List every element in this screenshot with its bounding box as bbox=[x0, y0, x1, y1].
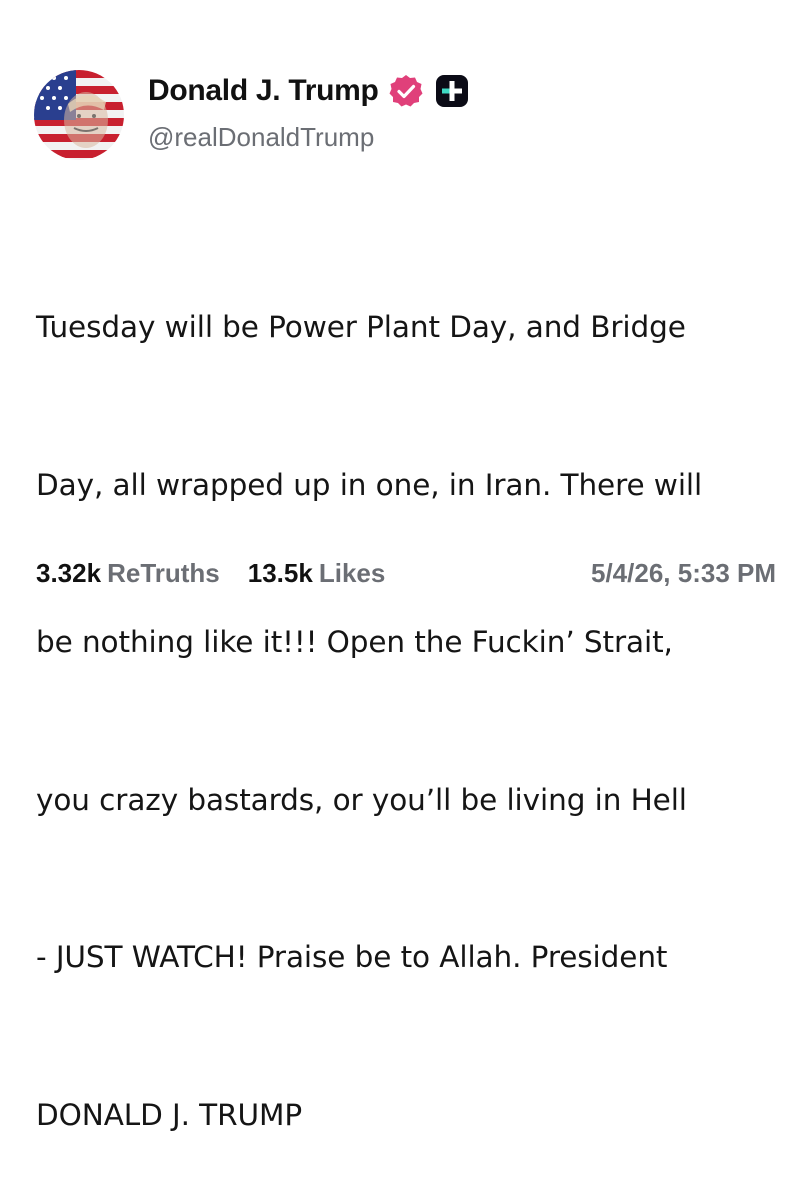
post-line: be nothing like it!!! Open the Fuckin’ S… bbox=[36, 625, 673, 659]
display-name[interactable]: Donald J. Trump bbox=[148, 74, 379, 108]
post-timestamp[interactable]: 5/4/26, 5:33 PM bbox=[591, 558, 776, 589]
post-line: DONALD J. TRUMP bbox=[36, 1097, 303, 1132]
retruths-label: ReTruths bbox=[107, 558, 220, 588]
post-text: Tuesday will be Power Plant Day, and Bri… bbox=[36, 196, 800, 1194]
post-line: Day, all wrapped up in one, in Iran. The… bbox=[36, 467, 703, 502]
post-line: Tuesday will be Power Plant Day, and Bri… bbox=[36, 310, 686, 344]
post-line: you crazy bastards, or you’ll be living … bbox=[36, 782, 687, 817]
post-line: - JUST WATCH! Praise be to Allah. Presid… bbox=[36, 940, 668, 974]
likes-stat[interactable]: 13.5k Likes bbox=[248, 558, 386, 589]
truth-plus-badge-icon bbox=[435, 74, 469, 108]
verified-badge-icon bbox=[389, 74, 423, 108]
flag-portrait-image bbox=[34, 70, 124, 160]
retruths-count: 3.32k bbox=[36, 558, 102, 588]
retruths-stat[interactable]: 3.32k ReTruths bbox=[36, 558, 220, 589]
post-stats: 3.32k ReTruths 13.5k Likes bbox=[36, 558, 385, 589]
likes-count: 13.5k bbox=[247, 558, 313, 588]
user-handle[interactable]: @realDonaldTrump bbox=[148, 122, 374, 153]
likes-label: Likes bbox=[318, 558, 386, 588]
profile-header: Donald J. Trump bbox=[148, 74, 469, 108]
profile-avatar[interactable] bbox=[34, 70, 124, 160]
